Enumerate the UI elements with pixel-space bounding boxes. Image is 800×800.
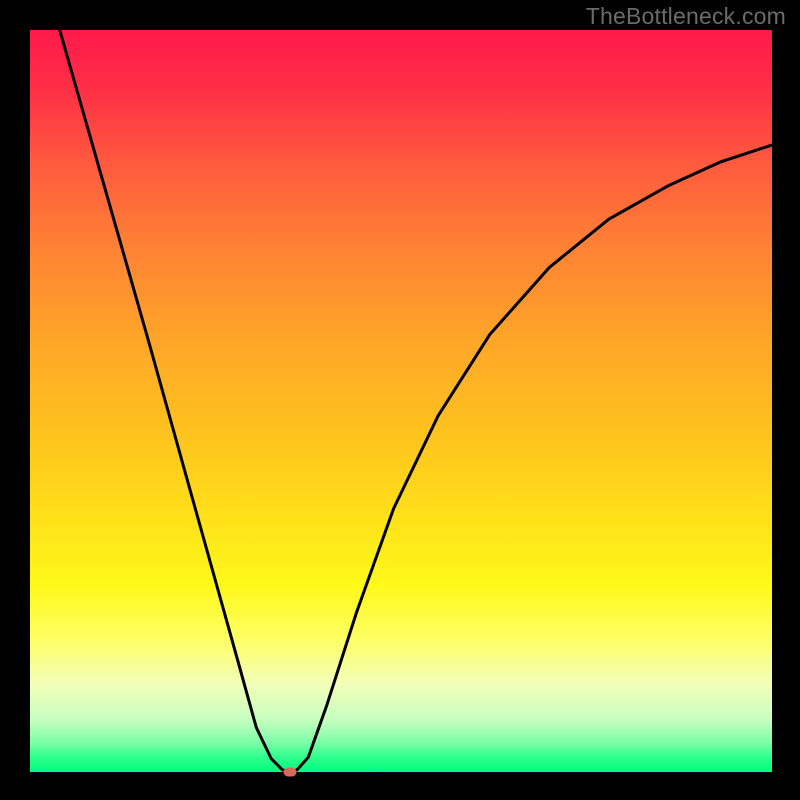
minimum-marker (283, 768, 296, 777)
plot-area (30, 30, 772, 772)
bottleneck-curve (30, 30, 772, 772)
watermark-text: TheBottleneck.com (586, 3, 786, 30)
chart-frame: TheBottleneck.com (0, 0, 800, 800)
